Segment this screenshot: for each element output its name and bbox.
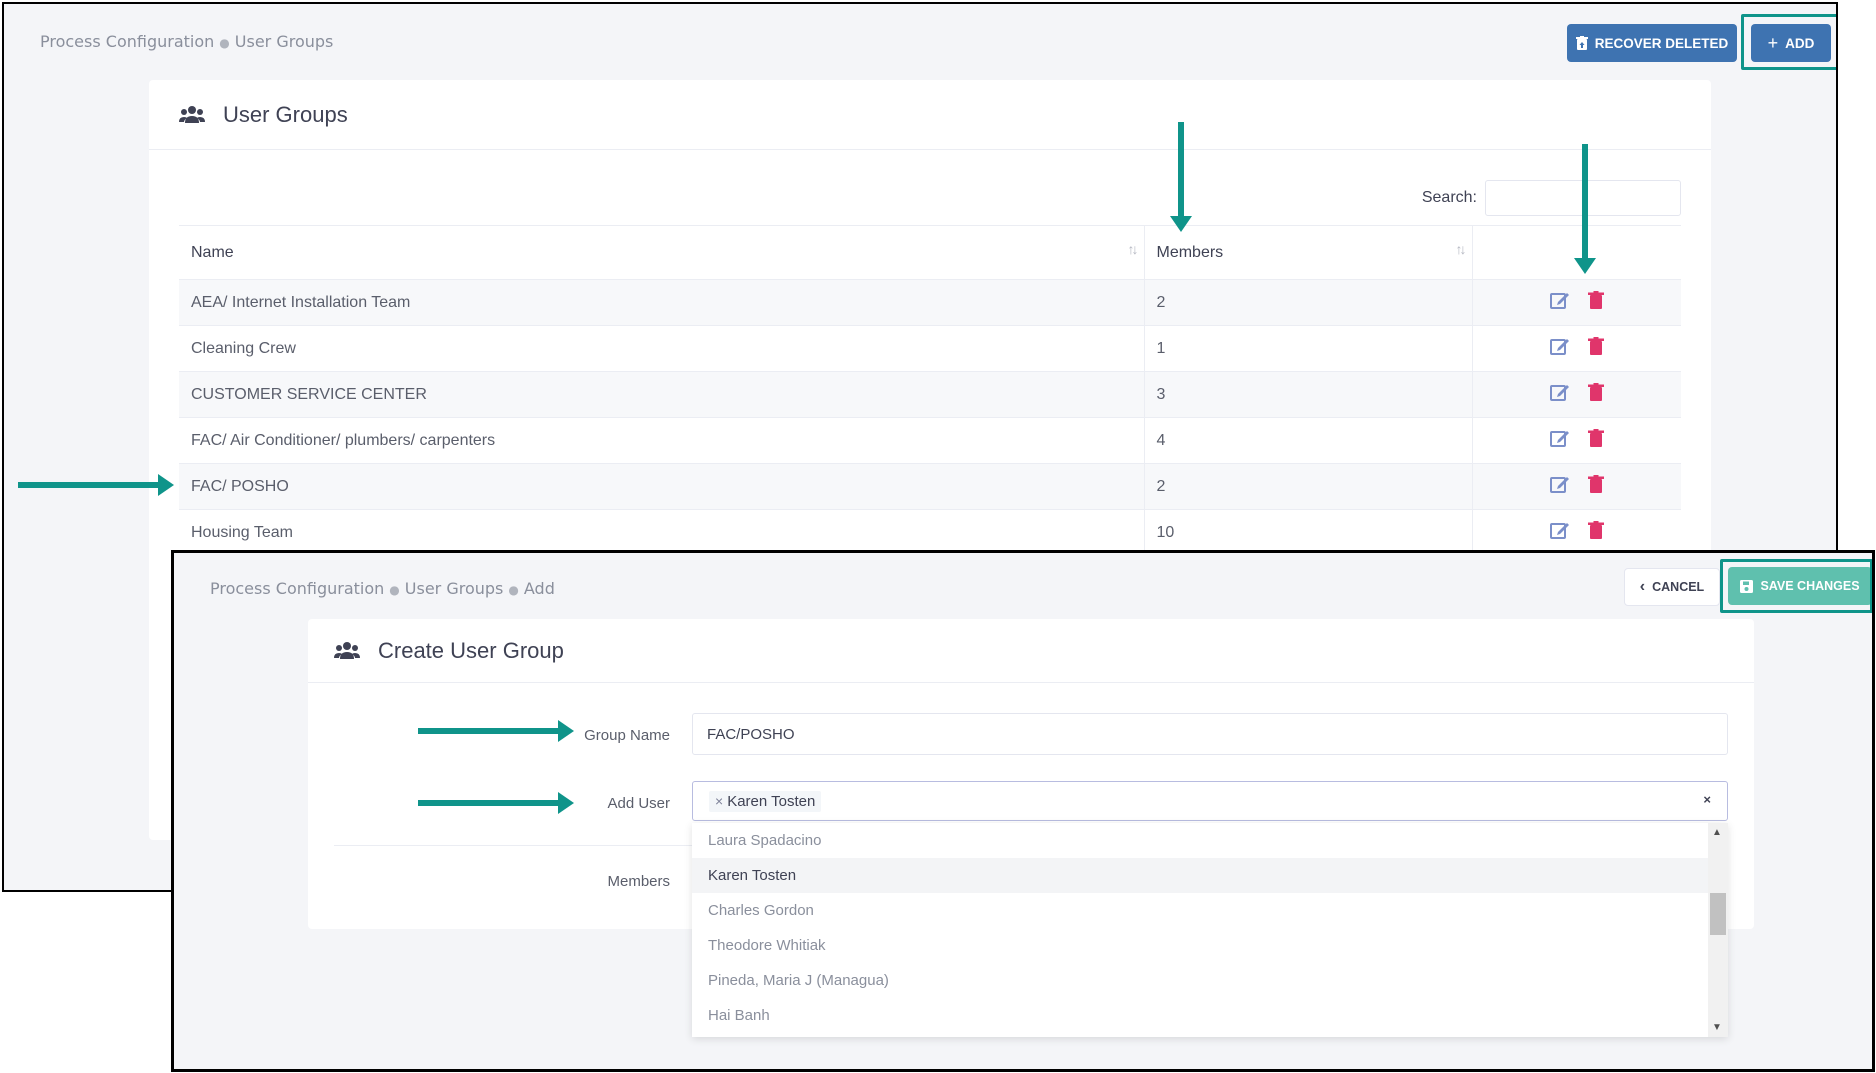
delete-icon[interactable]	[1587, 521, 1604, 544]
column-header-members-label: Members	[1156, 243, 1224, 261]
table-row: Cleaning Crew 1	[179, 325, 1681, 372]
trash-restore-icon	[1575, 36, 1588, 50]
actions-cell	[1471, 325, 1681, 372]
table-row: FAC/ POSHO 2	[179, 463, 1681, 510]
scroll-up-icon[interactable]: ▲	[1712, 827, 1722, 838]
table-row: FAC/ Air Conditioner/ plumbers/ carpente…	[179, 417, 1681, 464]
table-header-row: Name ↑↓ Members ↑↓	[179, 225, 1681, 280]
actions-cell	[1471, 509, 1681, 556]
chevron-left-icon: ‹	[1639, 578, 1646, 595]
breadcrumb-separator: ●	[508, 583, 519, 597]
breadcrumb-item: Add	[523, 579, 555, 598]
members-count-cell: 10	[1143, 509, 1472, 556]
breadcrumb: Process Configuration ● User Groups ● Add	[210, 579, 555, 598]
delete-icon[interactable]	[1587, 291, 1604, 314]
members-label: Members	[607, 873, 670, 890]
group-name-cell: AEA/ Internet Installation Team	[179, 279, 1144, 326]
actions-cell	[1471, 417, 1681, 464]
scroll-down-icon[interactable]: ▼	[1712, 1022, 1722, 1033]
add-button-highlight	[1741, 14, 1836, 70]
group-name-cell: FAC/ POSHO	[179, 463, 1144, 510]
recover-deleted-label: RECOVER DELETED	[1594, 35, 1729, 51]
edit-icon[interactable]	[1549, 520, 1570, 545]
group-name-cell: FAC/ Air Conditioner/ plumbers/ carpente…	[179, 417, 1144, 464]
delete-icon[interactable]	[1587, 475, 1604, 498]
annotation-arrow-down-actions	[1574, 144, 1596, 274]
page-title: User Groups	[223, 101, 348, 127]
annotation-arrow-right-row	[18, 474, 174, 496]
sort-icon[interactable]: ↑↓	[1128, 241, 1139, 257]
sort-icon[interactable]: ↑↓	[1456, 241, 1467, 257]
group-name-cell: Housing Team	[179, 509, 1144, 556]
members-count-cell: 1	[1143, 325, 1472, 372]
users-icon	[334, 641, 360, 659]
members-count-cell: 2	[1143, 463, 1472, 510]
search-row: Search:	[149, 180, 1681, 216]
dropdown-option[interactable]: Charles Gordon	[692, 893, 1728, 928]
annotation-arrow-down-members	[1170, 122, 1192, 232]
dropdown-option[interactable]: Laura Spadacino	[692, 823, 1728, 858]
scrollbar-thumb[interactable]	[1710, 893, 1726, 935]
save-button-highlight	[1720, 559, 1872, 613]
clear-selection-icon[interactable]: ×	[1703, 792, 1711, 807]
actions-cell	[1471, 279, 1681, 326]
annotation-arrow-right-group-name	[418, 720, 574, 742]
edit-icon[interactable]	[1549, 382, 1570, 407]
edit-icon[interactable]	[1549, 336, 1570, 361]
breadcrumb-item[interactable]: Process Configuration	[210, 579, 384, 598]
column-header-members[interactable]: Members ↑↓	[1143, 225, 1472, 280]
selected-user-tag: × Karen Tosten	[709, 790, 822, 812]
dropdown-option[interactable]: Hai Banh	[692, 998, 1728, 1033]
selected-user-label: Karen Tosten	[727, 792, 816, 810]
edit-icon[interactable]	[1549, 428, 1570, 453]
recover-deleted-button[interactable]: RECOVER DELETED	[1567, 24, 1737, 62]
group-name-cell: Cleaning Crew	[179, 325, 1144, 372]
search-label: Search:	[1421, 189, 1477, 206]
annotation-arrow-right-add-user	[418, 792, 574, 814]
table-row: AEA/ Internet Installation Team 2	[179, 279, 1681, 326]
users-icon	[179, 105, 205, 123]
edit-icon[interactable]	[1549, 474, 1570, 499]
cancel-label: CANCEL	[1652, 580, 1705, 594]
edit-icon[interactable]	[1549, 290, 1570, 315]
user-groups-table: Name ↑↓ Members ↑↓ AEA/ Internet Installat…	[179, 225, 1681, 556]
delete-icon[interactable]	[1587, 383, 1604, 406]
column-header-name-label: Name	[191, 243, 234, 261]
dropdown-option[interactable]: Pineda, Maria J (Managua)	[692, 963, 1728, 998]
members-count-cell: 2	[1143, 279, 1472, 326]
form-title: Create User Group	[378, 637, 564, 663]
dropdown-option-selected[interactable]: Karen Tosten	[692, 858, 1728, 893]
members-count-cell: 3	[1143, 371, 1472, 418]
card-header: Create User Group	[308, 619, 1754, 683]
actions-cell	[1471, 371, 1681, 418]
breadcrumb-item[interactable]: User Groups	[405, 579, 504, 598]
cancel-button[interactable]: ‹ CANCEL	[1624, 568, 1720, 606]
breadcrumb-separator: ●	[219, 36, 230, 50]
members-count-cell: 4	[1143, 417, 1472, 464]
actions-cell	[1471, 463, 1681, 510]
table-row: CUSTOMER SERVICE CENTER 3	[179, 371, 1681, 418]
dropdown-option[interactable]: Theodore Whitiak	[692, 928, 1728, 963]
breadcrumb-item[interactable]: Process Configuration	[40, 32, 214, 51]
column-header-name[interactable]: Name ↑↓	[179, 225, 1144, 280]
delete-icon[interactable]	[1587, 429, 1604, 452]
delete-icon[interactable]	[1587, 337, 1604, 360]
remove-tag-icon[interactable]: ×	[715, 793, 723, 809]
card-header: User Groups	[149, 80, 1711, 150]
group-name-cell: CUSTOMER SERVICE CENTER	[179, 371, 1144, 418]
breadcrumb-separator: ●	[389, 583, 400, 597]
user-dropdown-list: Laura Spadacino Karen Tosten Charles Gor…	[692, 823, 1728, 1037]
add-user-select[interactable]: × Karen Tosten ×	[692, 781, 1728, 821]
dropdown-scrollbar[interactable]: ▲ ▼	[1708, 823, 1728, 1037]
group-name-input[interactable]: FAC/POSHO	[692, 713, 1728, 755]
breadcrumb: Process Configuration ● User Groups	[40, 32, 333, 51]
breadcrumb-item[interactable]: User Groups	[235, 32, 334, 51]
table-row: Housing Team 10	[179, 509, 1681, 556]
